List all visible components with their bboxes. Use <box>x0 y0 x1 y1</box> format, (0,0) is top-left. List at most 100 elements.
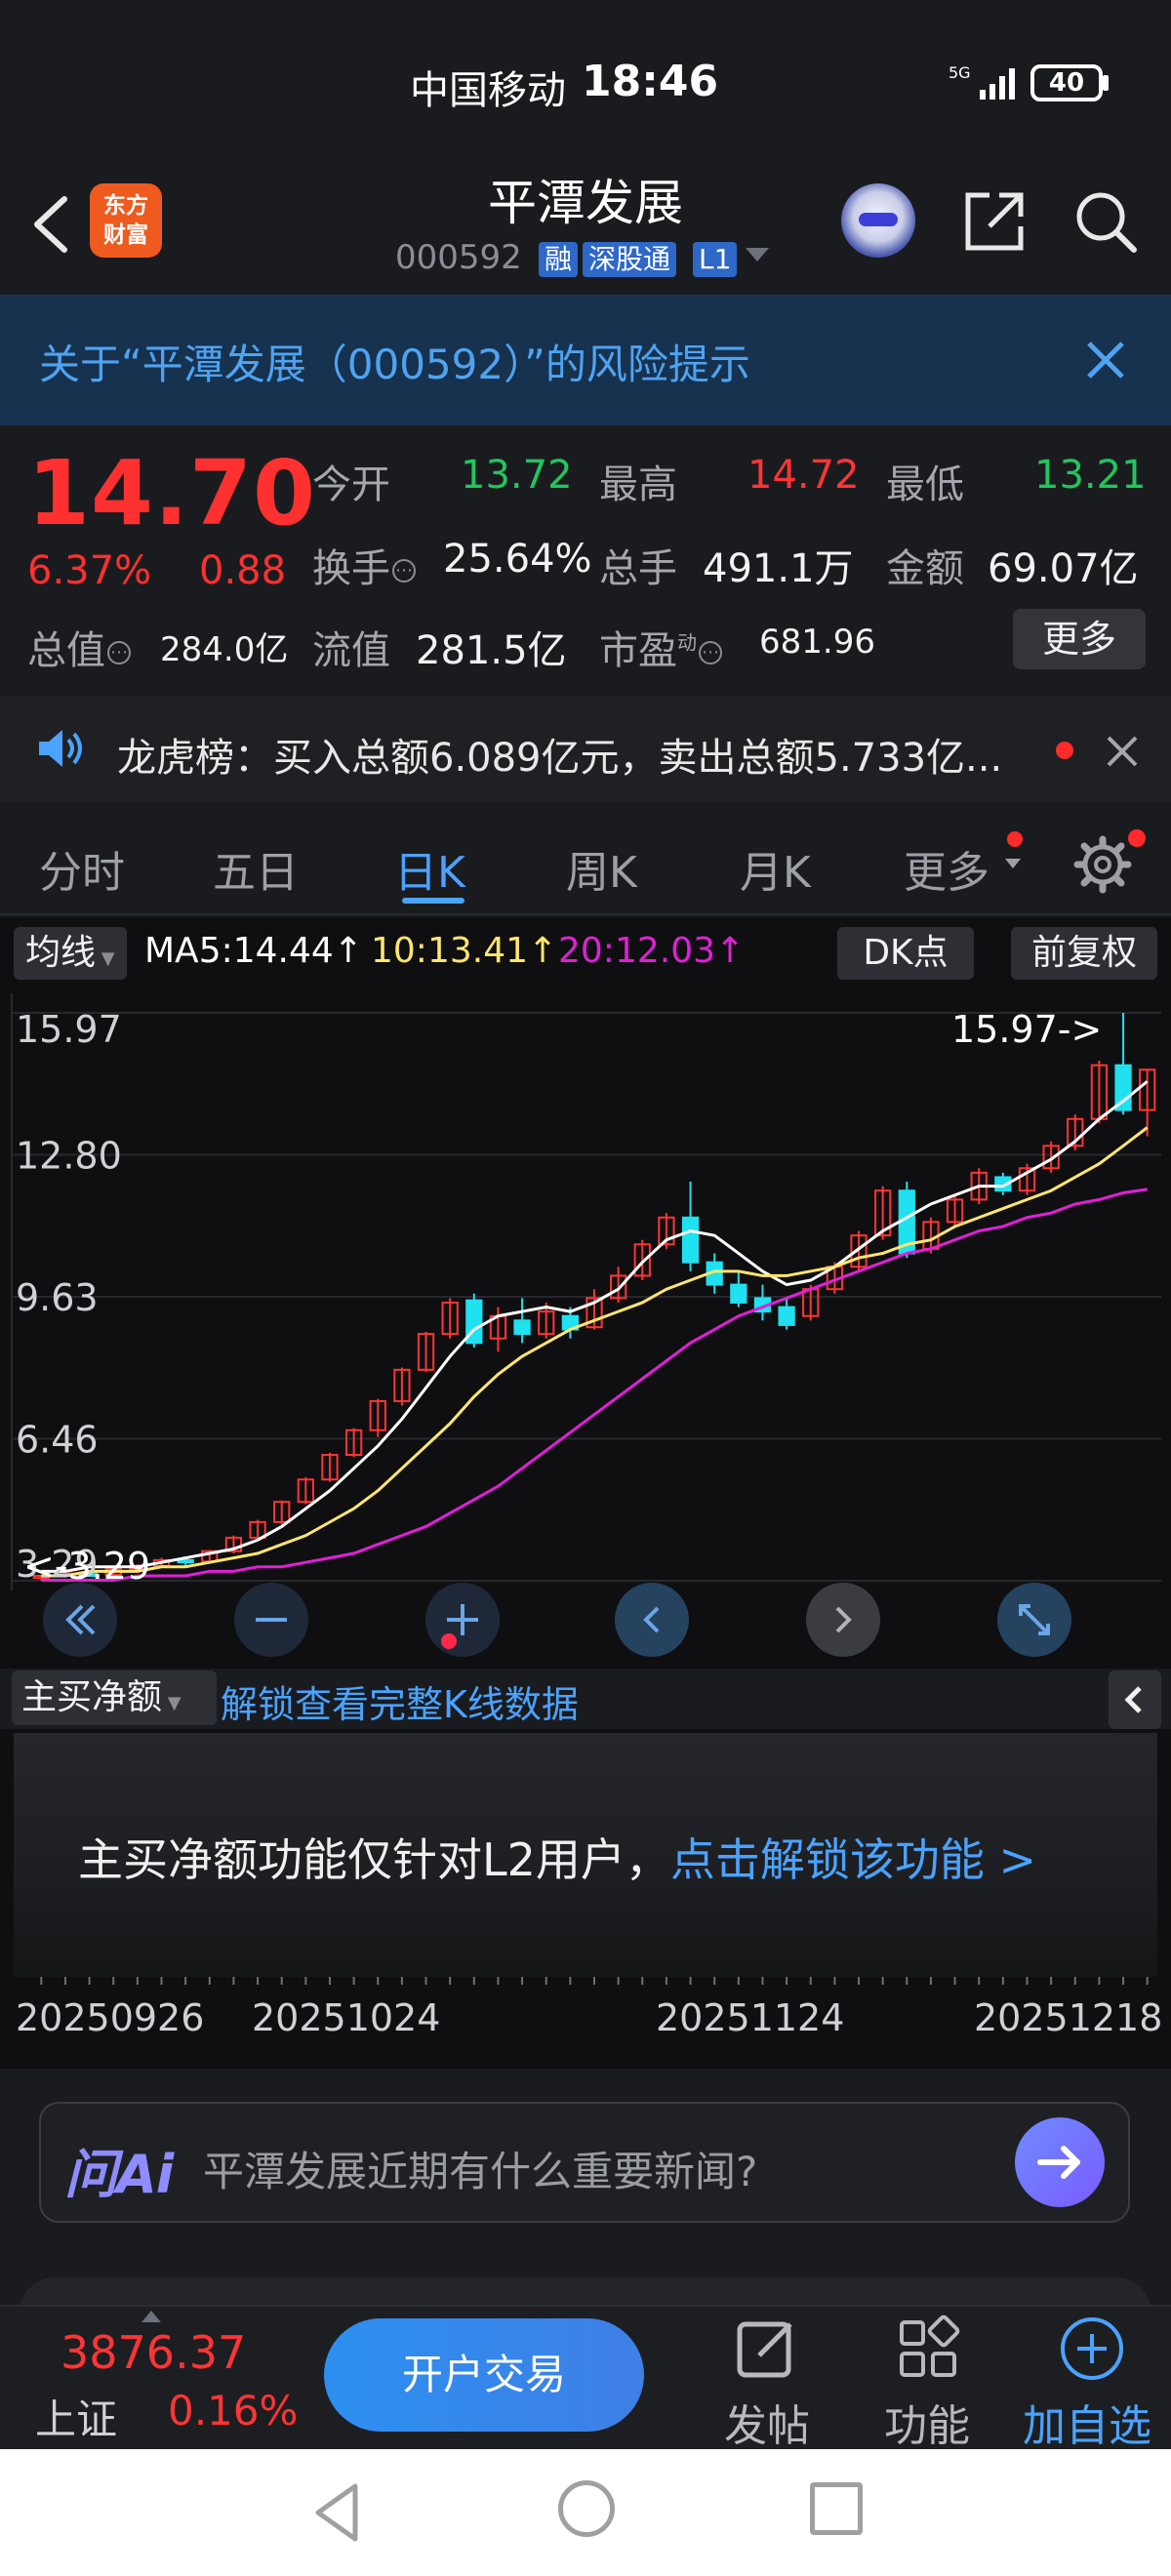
search-icon[interactable] <box>1071 187 1140 256</box>
share-icon[interactable] <box>960 187 1029 256</box>
tab-monthly-k[interactable]: 月K <box>740 837 811 900</box>
info-icon[interactable]: ⋯ <box>392 559 416 583</box>
index-value[interactable]: 3876.37 <box>61 2326 246 2379</box>
logo-line1: 东方 <box>103 193 148 219</box>
nav-home-icon[interactable] <box>558 2480 615 2537</box>
tab-more[interactable]: 更多 <box>904 837 989 900</box>
low-value: 13.21 <box>1034 453 1147 498</box>
change-amount: 0.88 <box>199 548 287 593</box>
index-percent[interactable]: 0.16% <box>168 2387 298 2435</box>
nav-recents-icon[interactable] <box>810 2482 863 2535</box>
next-button[interactable] <box>806 1583 880 1657</box>
previous-button[interactable] <box>615 1583 689 1657</box>
market-cap-value: 284.0亿 <box>160 630 289 669</box>
high-label: 最高 <box>599 463 677 507</box>
l2-message: 主买净额功能仅针对L2用户，点击解锁该功能 > <box>78 1833 1037 1886</box>
pe-label: 市盈动 ⋯ <box>599 619 722 675</box>
stock-code: 000592 <box>395 238 522 277</box>
status-time: 18:46 <box>582 57 719 106</box>
send-arrow-icon[interactable] <box>1015 2117 1105 2207</box>
chevron-down-icon[interactable] <box>746 248 769 262</box>
date-tick-label: 20251024 <box>252 1996 441 2039</box>
tab-daily-k[interactable]: 日K <box>394 837 465 900</box>
high-value: 14.72 <box>747 453 860 498</box>
last-price: 14.70 <box>27 441 317 545</box>
scroll-to-start-button[interactable] <box>43 1583 117 1657</box>
market-cap-label: 总值 ⋯ <box>27 619 131 675</box>
status-carrier: 中国移动 <box>410 68 566 113</box>
float-cap-value: 281.5亿 <box>416 628 567 673</box>
candle-body <box>177 1558 194 1564</box>
tab-intraday[interactable]: 分时 <box>39 837 125 900</box>
speaker-icon <box>35 726 86 771</box>
ai-question-input[interactable]: 平潭发展近期有什么重要新闻? <box>203 2139 757 2198</box>
functions-grid-icon[interactable] <box>894 2314 962 2383</box>
max-price-marker: 15.97-> <box>951 1008 1102 1051</box>
price-adjust-button[interactable]: 前复权 <box>1011 927 1157 980</box>
info-icon[interactable]: ⋯ <box>107 641 131 664</box>
tab-weekly-k[interactable]: 周K <box>566 837 637 900</box>
logo-line2: 财富 <box>103 222 148 248</box>
y-tick-label: 6.46 <box>16 1419 99 1462</box>
volume-label: 总手 <box>599 546 677 591</box>
zoom-out-button[interactable] <box>234 1583 308 1657</box>
tab-five-day[interactable]: 五日 <box>213 837 299 900</box>
chevron-up-icon[interactable] <box>141 2311 161 2322</box>
open-label: 今开 <box>312 463 390 507</box>
index-name[interactable]: 上证 <box>35 2387 117 2446</box>
amount-label: 金额 <box>886 546 964 591</box>
ma-select-dropdown[interactable]: 均线 ▼ <box>14 927 127 980</box>
more-button[interactable]: 更多 <box>1013 609 1146 669</box>
dk-point-button[interactable]: DK点 <box>837 927 974 980</box>
fullscreen-icon[interactable] <box>997 1583 1071 1657</box>
network-type: 5G <box>949 63 971 82</box>
post-edit-icon[interactable] <box>732 2314 800 2383</box>
turnover-label: 换手 ⋯ <box>312 537 416 593</box>
collapse-chevron-icon[interactable] <box>1109 1670 1161 1729</box>
dragon-tiger-text[interactable]: 龙虎榜：买入总额6.089亿元，卖出总额5.733亿... <box>117 726 1002 783</box>
float-cap-label: 流值 <box>312 628 390 673</box>
ma-line-ma20 <box>41 1187 1148 1583</box>
eastmoney-logo[interactable]: 东方 财富 <box>90 183 162 258</box>
info-icon[interactable]: ⋯ <box>699 641 722 664</box>
battery-tip <box>1103 75 1109 91</box>
zoom-in-button[interactable] <box>425 1583 500 1657</box>
date-tick-label: 20250926 <box>16 1996 205 2039</box>
post-label[interactable]: 发帖 <box>724 2391 810 2453</box>
open-value: 13.72 <box>461 453 573 498</box>
pe-value: 681.96 <box>759 623 875 662</box>
change-percent: 6.37% <box>27 548 152 593</box>
unlock-feature-link[interactable]: 点击解锁该功能 > <box>670 1833 1036 1886</box>
pe-superscript: 动 <box>677 630 697 655</box>
unlock-kline-link[interactable]: 解锁查看完整K线数据 <box>221 1674 579 1728</box>
unread-dot <box>1128 829 1146 847</box>
close-icon[interactable] <box>1105 734 1140 769</box>
y-tick-label: 15.97 <box>16 1008 122 1051</box>
nav-back-icon[interactable] <box>308 2480 367 2545</box>
shenzhen-connect-tag: 深股通 <box>583 242 677 277</box>
close-icon[interactable] <box>1083 338 1128 382</box>
signal-icon: 5G <box>949 62 1027 109</box>
chevron-down-icon[interactable] <box>1005 859 1021 868</box>
level-tag[interactable]: L1 <box>693 242 738 277</box>
functions-label[interactable]: 功能 <box>884 2391 970 2453</box>
risk-banner-text[interactable]: 关于“平潭发展（000592）”的风险提示 <box>39 332 750 391</box>
y-tick-label: 12.80 <box>16 1135 122 1178</box>
ma-line-ma10 <box>41 1126 1149 1578</box>
gear-icon[interactable] <box>1073 835 1132 894</box>
open-account-trade-button[interactable]: 开户交易 <box>324 2318 644 2432</box>
kline-chart[interactable]: 15.9712.809.636.463.29 15.97-><-3.29 <box>0 986 1171 1669</box>
back-arrow-icon[interactable] <box>21 185 80 263</box>
ai-logo: 问Ai <box>64 2144 174 2205</box>
candle-body <box>778 1306 795 1326</box>
ma5-value: MA5:14.44↑ <box>144 931 363 971</box>
sub-indicator-select[interactable]: 主买净额 ▼ <box>12 1670 217 1725</box>
add-watchlist-label[interactable]: 加自选 <box>1023 2391 1151 2453</box>
add-watchlist-icon[interactable] <box>1056 2313 1128 2385</box>
min-price-marker: <-3.29 <box>23 1545 150 1588</box>
margin-tag: 融 <box>539 242 579 277</box>
unread-dot <box>1007 831 1023 847</box>
amount-value: 69.07亿 <box>988 546 1139 591</box>
candle-body <box>513 1319 531 1336</box>
ma20-value: 20:12.03↑ <box>558 931 746 971</box>
